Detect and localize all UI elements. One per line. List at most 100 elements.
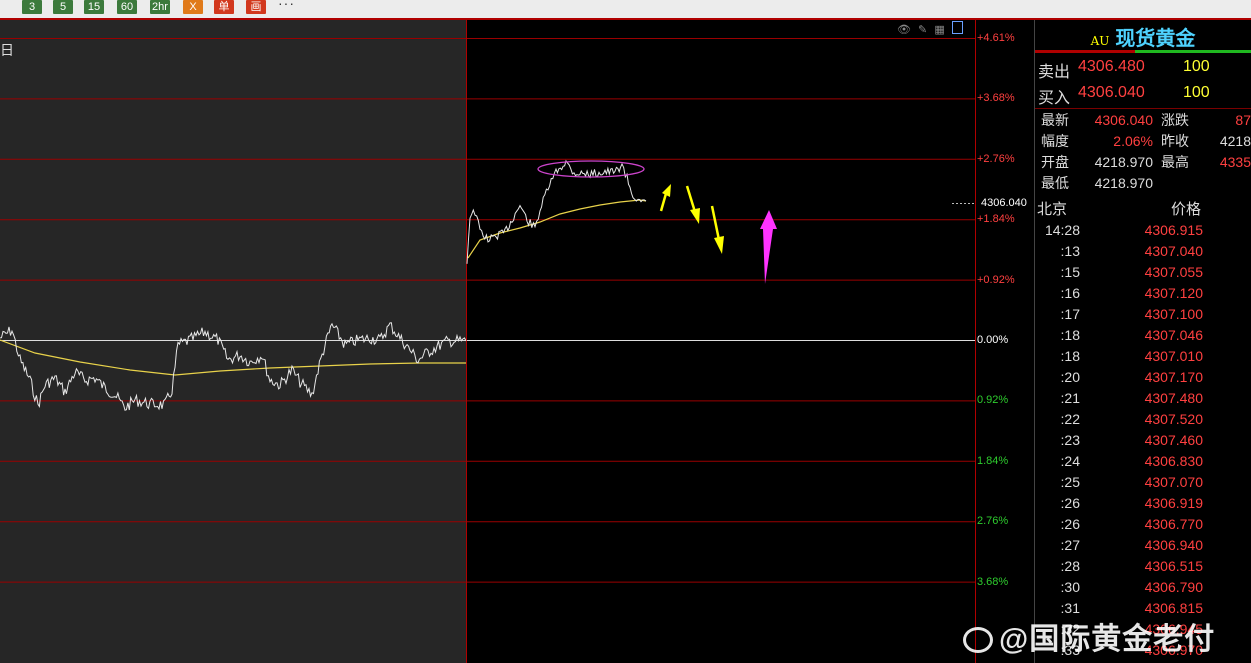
symbol-code: AU [1090, 34, 1110, 48]
period-label: 日 [0, 42, 14, 58]
tick-price: 4307.055 [1144, 264, 1203, 280]
tick-time: :23 [1060, 432, 1080, 448]
tick-price: 4307.520 [1144, 411, 1203, 427]
tick-time: :30 [1060, 579, 1080, 595]
buy-qty: 100 [1183, 84, 1210, 101]
panel-separator [1035, 108, 1251, 109]
tick-row[interactable]: :18 4307.010 [1035, 348, 1251, 369]
tick-row[interactable]: :30 4306.790 [1035, 579, 1251, 600]
latest-label: 最新 [1041, 112, 1069, 128]
tick-time: :27 [1060, 537, 1080, 553]
chart-toolbar-icons: 👁 ✎ ▦ [897, 21, 967, 37]
tick-row[interactable]: 14:28 4306.915 [1035, 222, 1251, 243]
tick-row[interactable]: :26 4306.919 [1035, 495, 1251, 516]
tick-time: :21 [1060, 390, 1080, 406]
tick-price: 4306.919 [1144, 495, 1203, 511]
tick-row[interactable]: :26 4306.770 [1035, 516, 1251, 537]
tick-price: 4306.830 [1144, 453, 1203, 469]
latest-value: 4306.040 [1094, 112, 1153, 128]
tick-time: :17 [1060, 306, 1080, 322]
tick-row[interactable]: :24 4306.830 [1035, 453, 1251, 474]
open-value: 4218.970 [1094, 154, 1153, 170]
tick-time: :26 [1060, 516, 1080, 532]
tick-row[interactable]: :25 4307.070 [1035, 474, 1251, 495]
tick-row[interactable]: :18 4307.046 [1035, 327, 1251, 348]
open-label: 开盘 [1041, 154, 1069, 170]
tick-price: 4307.010 [1144, 348, 1203, 364]
tick-price: 4307.046 [1144, 327, 1203, 343]
tick-time: :13 [1060, 243, 1080, 259]
tick-price: 4307.120 [1144, 285, 1203, 301]
tick-row[interactable]: :13 4307.040 [1035, 243, 1251, 264]
watermark-text: @国际黄金老付 [999, 623, 1216, 656]
axis-label: 3.68% [977, 575, 1009, 588]
tick-price: 4306.515 [1144, 558, 1203, 574]
tick-price: 4306.790 [1144, 579, 1203, 595]
axis-label: +3.68% [977, 92, 1015, 105]
tick-row[interactable]: :23 4307.460 [1035, 432, 1251, 453]
tick-time: :26 [1060, 495, 1080, 511]
tick-time: :28 [1060, 558, 1080, 574]
axis-label: +0.92% [977, 273, 1015, 286]
low-label: 最低 [1041, 175, 1069, 191]
tick-row[interactable]: :21 4307.480 [1035, 390, 1251, 411]
prev-close-label: 昨收 [1161, 133, 1189, 149]
axis-label: +4.61% [977, 32, 1015, 44]
tick-price: 4307.070 [1144, 474, 1203, 490]
change-label: 涨跌 [1161, 112, 1189, 128]
sell-row[interactable]: 卖出 4306.480 100 [1035, 58, 1251, 81]
tick-time: :20 [1060, 369, 1080, 385]
weibo-watermark: @国际黄金老付 [963, 614, 1215, 658]
sell-price: 4306.480 [1078, 58, 1145, 75]
tick-row[interactable]: :17 4307.100 [1035, 306, 1251, 327]
tick-time: :22 [1060, 411, 1080, 427]
axis-label: 0.92% [977, 394, 1009, 407]
low-value: 4218.970 [1094, 175, 1153, 191]
change-value: 87 [1235, 112, 1251, 128]
tick-time-header: 北京 [1037, 201, 1068, 218]
tick-row[interactable]: :27 4306.940 [1035, 537, 1251, 558]
high-label: 最高 [1161, 154, 1189, 170]
tick-row[interactable]: :15 4307.055 [1035, 264, 1251, 285]
buy-label: 买入 [1038, 90, 1071, 107]
tick-price: 4306.770 [1144, 516, 1203, 532]
sell-label: 卖出 [1038, 64, 1071, 81]
weibo-logo-icon [963, 627, 993, 653]
tick-time: 14:28 [1044, 222, 1080, 238]
high-value: 4335 [1219, 154, 1251, 170]
sell-qty: 100 [1183, 58, 1210, 75]
tick-price: 4307.480 [1144, 390, 1203, 406]
tick-time: :25 [1060, 474, 1080, 490]
title-underline-green [1135, 50, 1251, 53]
tick-row[interactable]: :20 4307.170 [1035, 369, 1251, 390]
tick-row[interactable]: :16 4307.120 [1035, 285, 1251, 306]
tick-table-header: 北京 价格 [1035, 198, 1251, 218]
tick-price-header: 价格 [1171, 201, 1202, 218]
pct-value: 2.06% [1113, 133, 1153, 149]
tick-price: 4307.100 [1144, 306, 1203, 322]
tick-price: 4307.460 [1144, 432, 1203, 448]
buy-row[interactable]: 买入 4306.040 100 [1035, 84, 1251, 107]
pencil-icon[interactable]: ✎ [918, 24, 927, 36]
axis-label: 2.76% [977, 515, 1009, 528]
tick-row[interactable]: :22 4307.520 [1035, 411, 1251, 432]
tick-time: :24 [1060, 453, 1080, 469]
quote-panel: AU 现货黄金 卖出 4306.480 100 买入 4306.040 100 最… [1035, 20, 1251, 663]
tick-price: 4306.915 [1144, 222, 1203, 238]
tick-time: :15 [1060, 264, 1080, 280]
current-session-area [466, 20, 976, 663]
axis-label: 1.84% [977, 454, 1009, 467]
tick-row[interactable]: :28 4306.515 [1035, 558, 1251, 579]
tick-price: 4307.040 [1144, 243, 1203, 259]
tick-price: 4306.940 [1144, 537, 1203, 553]
window-icon[interactable] [951, 21, 963, 34]
eye-icon[interactable]: 👁 [897, 24, 911, 36]
title-underline-red [1035, 50, 1135, 53]
previous-session-area [0, 20, 466, 663]
buy-price: 4306.040 [1078, 84, 1145, 101]
tick-time: :16 [1060, 285, 1080, 301]
symbol-title: AU 现货黄金 [1035, 22, 1251, 51]
grid-icon[interactable]: ▦ [934, 24, 944, 36]
axis-label: +2.76% [977, 152, 1015, 165]
tick-price: 4307.170 [1144, 369, 1203, 385]
